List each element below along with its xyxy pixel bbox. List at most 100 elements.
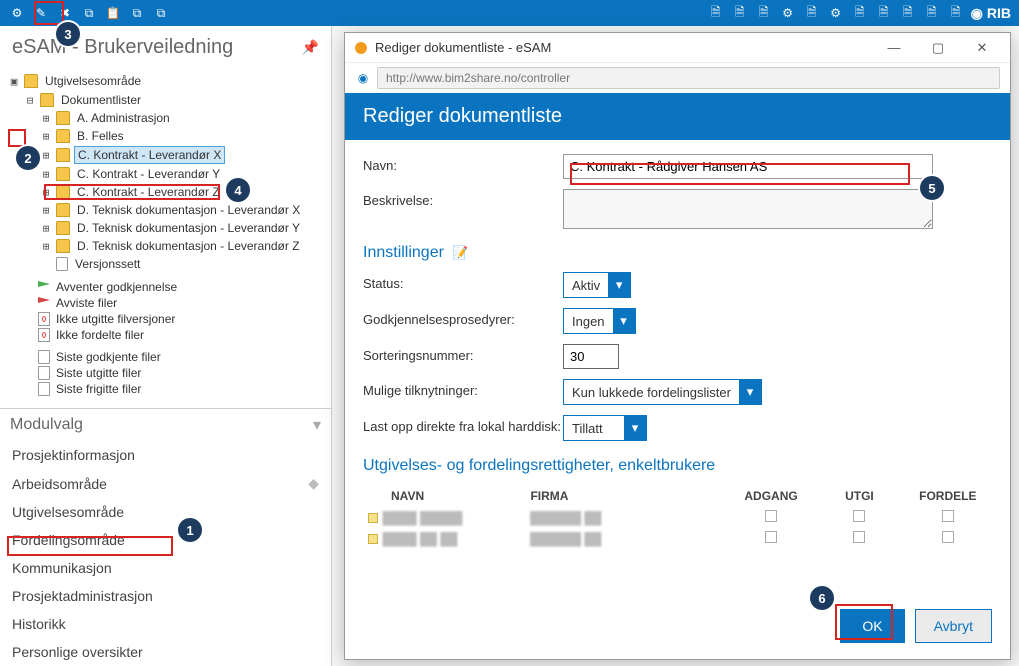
table-row[interactable]: ████ ██ ██ ██████ ██ [363, 528, 992, 549]
folder-icon [56, 167, 70, 181]
toolbar-r6-icon[interactable]: ⚙ [827, 4, 845, 22]
module-historikk[interactable]: Historikk [0, 610, 331, 638]
chevron-down-icon[interactable]: ▾ [313, 415, 321, 435]
expand-icon[interactable]: ⊞ [40, 130, 52, 143]
status-undist[interactable]: Ikke fordelte filer [56, 328, 144, 342]
callout-4: 4 [226, 178, 250, 202]
desc-input[interactable] [563, 189, 933, 229]
tree-item-d-x[interactable]: D. Teknisk dokumentasjon - Leverandør X [74, 202, 303, 218]
expand-icon[interactable]: ⊞ [40, 168, 52, 181]
ok-button[interactable]: OK [840, 609, 904, 643]
window-minimize-button[interactable]: — [876, 40, 912, 55]
tree-collapse-group-icon[interactable]: ⊟ [24, 94, 36, 107]
permissions-header: Utgivelses- og fordelingsrettigheter, en… [363, 457, 715, 475]
expand-icon[interactable]: ⊞ [40, 112, 52, 125]
folder-icon [56, 239, 70, 253]
module-prosjektinfo[interactable]: Prosjektinformasjon [0, 441, 331, 469]
toolbar-delete-icon[interactable]: ✖ [56, 4, 74, 22]
cancel-button[interactable]: Avbryt [915, 609, 992, 643]
upload-value: Tillatt [564, 417, 624, 440]
status-awaiting[interactable]: Avventer godkjennelse [56, 280, 177, 294]
toolbar-r11-icon[interactable]: 🗎 [947, 4, 965, 22]
status-rejected[interactable]: Avviste filer [56, 296, 117, 310]
expand-icon[interactable]: ⊞ [40, 204, 52, 217]
folder-icon [24, 74, 38, 88]
address-bar[interactable]: http://www.bim2share.no/controller [377, 67, 1000, 89]
tree-item-a[interactable]: A. Administrasjon [74, 110, 173, 126]
table-row[interactable]: ████ █████ ██████ ██ [363, 507, 992, 528]
tree-item-versjon[interactable]: Versjonssett [72, 256, 143, 272]
tree-item-d-y[interactable]: D. Teknisk dokumentasjon - Leverandør Y [74, 220, 303, 236]
tree-item-b[interactable]: B. Felles [74, 128, 127, 144]
flag-green-icon [38, 281, 50, 293]
access-checkbox[interactable] [765, 531, 777, 543]
toolbar-extra-1-icon[interactable]: ⧉ [128, 4, 146, 22]
toolbar-edit-icon[interactable]: ✎ [32, 4, 50, 22]
globe-icon: ◉ [355, 70, 371, 86]
toolbar-r7-icon[interactable]: 🗎 [851, 4, 869, 22]
expand-icon[interactable]: ⊞ [40, 240, 52, 253]
tree-collapse-root-icon[interactable]: ▣ [8, 75, 20, 88]
toolbar-paste-icon[interactable]: 📋 [104, 4, 122, 22]
window-close-button[interactable]: ✕ [964, 40, 1000, 56]
module-arbeidsomrade[interactable]: Arbeidsområde◆ [0, 469, 331, 498]
chevron-down-icon: ▾ [739, 380, 761, 404]
tree-group-label[interactable]: Dokumentlister [58, 92, 144, 108]
toolbar-r3-icon[interactable]: 🗎 [755, 4, 773, 22]
tree-item-d-z[interactable]: D. Teknisk dokumentasjon - Leverandør Z [74, 238, 303, 254]
toolbar-left: ⚙ ✎ ✖ ⧉ 📋 ⧉ ⧉ [8, 4, 170, 22]
dialog-window-title: Rediger dokumentliste - eSAM [375, 40, 868, 55]
expand-icon[interactable]: ⊞ [40, 186, 52, 199]
note-icon[interactable]: 📝 [452, 245, 468, 261]
expand-icon[interactable]: ⊞ [40, 149, 52, 162]
links-select[interactable]: Kun lukkede fordelingslister ▾ [563, 379, 762, 405]
module-kommunikasjon[interactable]: Kommunikasjon [0, 554, 331, 582]
file-icon [38, 382, 50, 396]
expand-icon[interactable]: ⊞ [40, 222, 52, 235]
version-icon [56, 257, 68, 271]
recent-approved[interactable]: Siste godkjente filer [56, 350, 161, 364]
sort-input[interactable] [563, 344, 619, 369]
dist-checkbox[interactable] [942, 531, 954, 543]
recent-issued[interactable]: Siste utgitte filer [56, 366, 141, 380]
row-name: ████ ██ ██ [383, 532, 530, 546]
desc-label: Beskrivelse: [363, 189, 563, 208]
name-input[interactable] [563, 154, 933, 179]
module-personlige[interactable]: Personlige oversikter [0, 638, 331, 666]
toolbar-gear-icon[interactable]: ⚙ [8, 4, 26, 22]
toolbar-extra-2-icon[interactable]: ⧉ [152, 4, 170, 22]
issue-checkbox[interactable] [853, 510, 865, 522]
access-checkbox[interactable] [765, 510, 777, 522]
callout-1: 1 [178, 518, 202, 542]
toolbar-r1-icon[interactable]: 🗎 [707, 4, 725, 22]
name-label: Navn: [363, 154, 563, 173]
issue-checkbox[interactable] [853, 531, 865, 543]
tree-item-c-x[interactable]: C. Kontrakt - Leverandør X [74, 146, 225, 164]
dist-checkbox[interactable] [942, 510, 954, 522]
tree-root-label[interactable]: Utgivelsesområde [42, 73, 144, 89]
module-prosjektadmin[interactable]: Prosjektadministrasjon [0, 582, 331, 610]
upload-select[interactable]: Tillatt ▾ [563, 415, 647, 441]
tree-item-c-z[interactable]: C. Kontrakt - Leverandør Z [74, 184, 223, 200]
status-unissued[interactable]: Ikke utgitte filversjoner [56, 312, 175, 326]
approval-select[interactable]: Ingen ▾ [563, 308, 636, 334]
window-maximize-button[interactable]: ▢ [920, 40, 956, 56]
toolbar-r5-icon[interactable]: 🗎 [803, 4, 821, 22]
folder-icon [56, 129, 70, 143]
tree-item-c-y[interactable]: C. Kontrakt - Leverandør Y [74, 166, 223, 182]
toolbar-r2-icon[interactable]: 🗎 [731, 4, 749, 22]
toolbar-r8-icon[interactable]: 🗎 [875, 4, 893, 22]
module-fordelingsomrade[interactable]: Fordelingsområde [0, 526, 331, 554]
toolbar-r9-icon[interactable]: 🗎 [899, 4, 917, 22]
pin-icon[interactable]: 📌 [302, 39, 319, 56]
folder-icon [56, 185, 70, 199]
recent-released[interactable]: Siste frigitte filer [56, 382, 141, 396]
user-icon [368, 513, 378, 523]
toolbar-r4-icon[interactable]: ⚙ [779, 4, 797, 22]
col-firm: FIRMA [530, 489, 726, 503]
module-utgivelsesomrade[interactable]: Utgivelsesområde [0, 498, 331, 526]
status-select[interactable]: Aktiv ▾ [563, 272, 631, 298]
folder-icon [40, 93, 54, 107]
toolbar-copy-icon[interactable]: ⧉ [80, 4, 98, 22]
toolbar-r10-icon[interactable]: 🗎 [923, 4, 941, 22]
